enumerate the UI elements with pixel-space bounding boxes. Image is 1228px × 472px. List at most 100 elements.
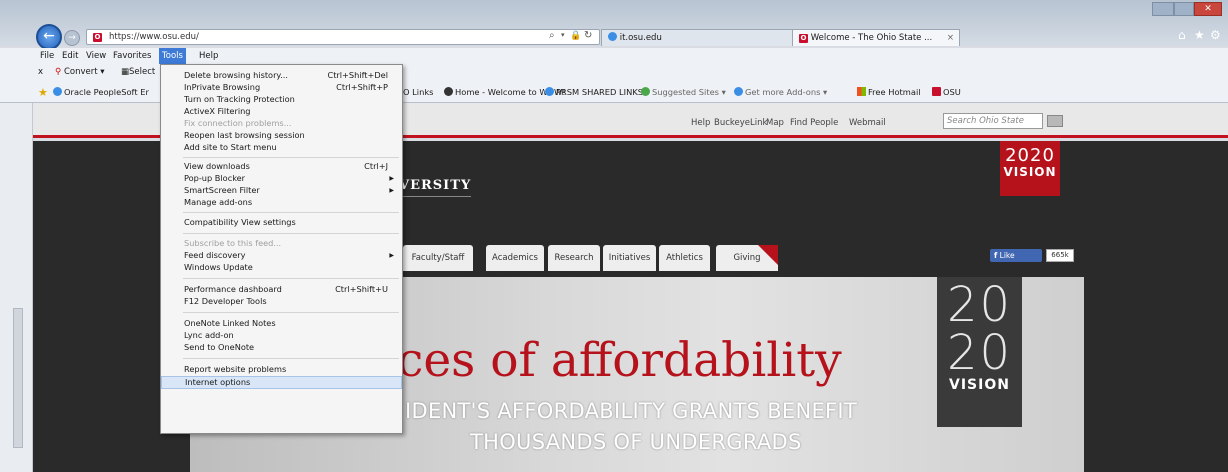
fav-oracle[interactable]: Oracle PeopleSoft Er: [53, 86, 149, 98]
menu-separator: [183, 358, 399, 359]
menu-item-smartscreen[interactable]: SmartScreen Filter ▶: [161, 185, 402, 196]
fav-prsm[interactable]: PRSM SHARED LINKS: [545, 86, 643, 98]
hero-headline[interactable]: ces of affordability: [397, 333, 842, 388]
menu-edit[interactable]: Edit: [59, 48, 81, 64]
menu-item-label: Fix connection problems...: [184, 118, 292, 128]
menu-item-label: Delete browsing history...: [184, 70, 288, 80]
menu-help[interactable]: Help: [196, 48, 221, 64]
site-search-input[interactable]: Search Ohio State: [943, 113, 1043, 129]
window-controls[interactable]: ✕: [1152, 2, 1222, 16]
fav-hotmail[interactable]: Free Hotmail: [857, 86, 921, 98]
select-label: Select: [129, 67, 156, 77]
menu-item-lync-addon[interactable]: Lync add-on: [161, 330, 402, 341]
fav-osu[interactable]: OSU: [932, 86, 961, 98]
university-wordmark[interactable]: VERSITY: [399, 178, 472, 197]
vision-word: VISION: [1003, 165, 1057, 179]
pdf-icon: ⚲: [55, 67, 62, 77]
fav-addons[interactable]: Get more Add-ons ▾: [734, 86, 827, 98]
menu-item-delete-history[interactable]: Delete browsing history... Ctrl+Shift+Del: [161, 70, 402, 81]
close-toolbar-icon[interactable]: x: [38, 67, 43, 77]
nav-tab-academics[interactable]: Academics: [486, 245, 544, 271]
search-icon[interactable]: ⌕: [549, 30, 555, 41]
submenu-arrow-icon: ▶: [389, 252, 394, 259]
menu-item-send-onenote[interactable]: Send to OneNote: [161, 342, 402, 353]
menu-item-label: Send to OneNote: [184, 342, 255, 352]
convert-button[interactable]: ⚲ Convert ▾: [55, 67, 105, 77]
util-webmail[interactable]: Webmail: [849, 118, 886, 128]
facebook-icon: f: [994, 251, 998, 260]
menu-item-onenote-linked[interactable]: OneNote Linked Notes: [161, 318, 402, 329]
menu-item-manage-addons[interactable]: Manage add-ons: [161, 197, 402, 208]
menu-item-feed-discovery[interactable]: Feed discovery ▶: [161, 250, 402, 261]
ie-tab-icon: [608, 32, 617, 41]
address-bar[interactable]: O https://www.osu.edu/ ⌕ ▾ 🔒 ↻: [86, 29, 600, 45]
home-icon[interactable]: ⌂: [1178, 28, 1186, 42]
scrollbar-thumb[interactable]: [13, 308, 23, 448]
tab-close-icon[interactable]: ×: [947, 30, 954, 46]
util-buckeyelink[interactable]: BuckeyeLink: [714, 118, 767, 128]
close-window-button[interactable]: ✕: [1194, 2, 1222, 16]
nav-tab-research[interactable]: Research: [548, 245, 600, 271]
util-help-link[interactable]: Help: [691, 118, 710, 128]
big-20-bottom: 20: [946, 325, 1013, 381]
select-button[interactable]: ▦Select: [121, 67, 155, 77]
refresh-icon[interactable]: ↻: [584, 30, 592, 41]
settings-gear-icon[interactable]: ⚙: [1210, 28, 1221, 42]
menu-item-label: Manage add-ons: [184, 197, 253, 207]
maximize-button[interactable]: [1174, 2, 1194, 16]
menu-item-add-start-menu[interactable]: Add site to Start menu: [161, 142, 402, 153]
menu-item-tracking-protection[interactable]: Turn on Tracking Protection: [161, 94, 402, 105]
menu-item-internet-options[interactable]: Internet options: [161, 376, 402, 389]
menu-item-popup-blocker[interactable]: Pop-up Blocker ▶: [161, 173, 402, 184]
forward-arrow-icon: →: [68, 33, 76, 43]
fav-suggested[interactable]: Suggested Sites ▾: [641, 86, 726, 98]
tab-label: it.osu.edu: [619, 33, 662, 43]
back-button[interactable]: ←: [36, 24, 62, 50]
convert-label: Convert: [63, 67, 98, 77]
nav-tab-faculty-staff[interactable]: Faculty/Staff: [403, 245, 473, 271]
util-find-people[interactable]: Find People: [790, 118, 838, 128]
menu-item-f12-tools[interactable]: F12 Developer Tools: [161, 296, 402, 307]
menu-favorites[interactable]: Favorites: [110, 48, 154, 64]
menu-item-performance-dashboard[interactable]: Performance dashboard Ctrl+Shift+U: [161, 284, 402, 295]
menu-tools[interactable]: Tools: [159, 48, 186, 64]
menu-item-view-downloads[interactable]: View downloads Ctrl+J: [161, 161, 402, 172]
address-url[interactable]: https://www.osu.edu/: [109, 32, 199, 42]
menu-file[interactable]: File: [37, 48, 57, 64]
forward-button[interactable]: →: [64, 30, 80, 46]
menu-item-inprivate[interactable]: InPrivate Browsing Ctrl+Shift+P: [161, 82, 402, 93]
nav-tab-initiatives[interactable]: Initiatives: [603, 245, 656, 271]
fav-label: Suggested Sites: [652, 87, 719, 97]
submenu-arrow-icon: ▶: [389, 187, 394, 194]
menu-item-shortcut: Ctrl+Shift+Del: [327, 70, 388, 80]
left-scroll-gutter[interactable]: [0, 103, 33, 472]
menu-item-shortcut: Ctrl+J: [364, 161, 388, 171]
menu-item-reopen-session[interactable]: Reopen last browsing session: [161, 130, 402, 141]
site-search-button[interactable]: [1047, 115, 1063, 127]
submenu-arrow-icon: ▶: [389, 175, 394, 182]
menu-item-activex-filtering[interactable]: ActiveX Filtering: [161, 106, 402, 117]
menu-item-compat-view[interactable]: Compatibility View settings: [161, 217, 402, 228]
favorites-star-icon[interactable]: ★: [38, 86, 48, 99]
menu-item-label: Reopen last browsing session: [184, 130, 305, 140]
vision-2020-badge[interactable]: 2020 VISION: [1000, 141, 1060, 196]
minimize-button[interactable]: [1152, 2, 1174, 16]
menu-item-label: Add site to Start menu: [184, 142, 277, 152]
favorites-star-icon[interactable]: ★: [1194, 28, 1205, 42]
ie-icon: [545, 87, 554, 96]
util-map-link[interactable]: Map: [766, 118, 784, 128]
fav-links[interactable]: O Links: [403, 86, 433, 98]
dropdown-icon[interactable]: ▾: [561, 31, 565, 39]
menu-item-windows-update[interactable]: Windows Update: [161, 262, 402, 273]
facebook-like-button[interactable]: f Like: [990, 249, 1042, 262]
menu-view[interactable]: View: [83, 48, 109, 64]
tab-osu-welcome[interactable]: O Welcome - The Ohio State ... ×: [792, 29, 960, 46]
ie-icon: [734, 87, 743, 96]
tab-it-osu[interactable]: it.osu.edu: [601, 29, 811, 46]
nav-tab-athletics[interactable]: Athletics: [659, 245, 710, 271]
menu-separator: [183, 212, 399, 213]
toolbar-icons: ⌂ ★ ⚙: [1178, 28, 1228, 42]
menu-item-report-problems[interactable]: Report website problems: [161, 364, 402, 375]
menu-item-label: Internet options: [185, 377, 251, 387]
wow-icon: [444, 87, 453, 96]
